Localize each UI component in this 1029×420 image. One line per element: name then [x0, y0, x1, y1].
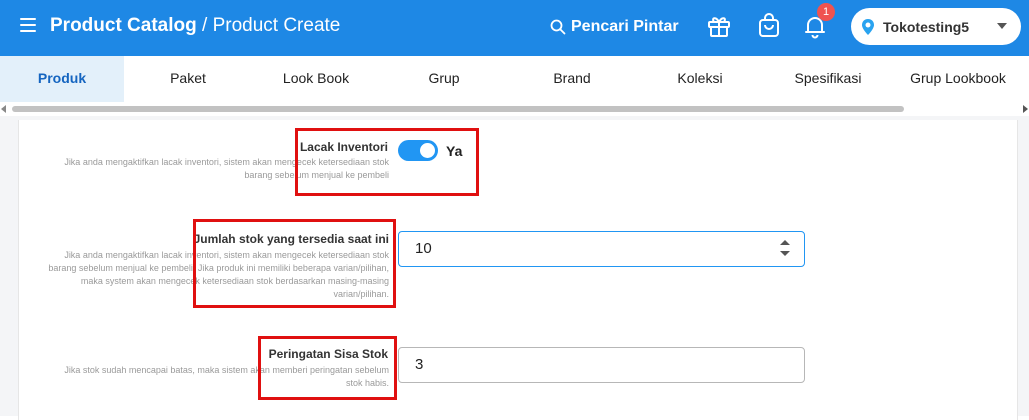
highlight-box-lacak-inventori [295, 128, 479, 196]
tab-grup-lookbook[interactable]: Grup Lookbook [892, 56, 1024, 102]
scroll-left-icon[interactable] [1, 105, 6, 113]
tab-paket[interactable]: Paket [124, 56, 252, 102]
scrollbar-thumb[interactable] [12, 106, 904, 112]
jumlah-stok-value: 10 [415, 240, 432, 257]
search-icon [550, 19, 566, 35]
gift-icon[interactable] [706, 13, 732, 39]
store-name: Tokotesting5 [883, 18, 970, 35]
page-title: Product Catalog / Product Create [50, 14, 340, 38]
tab-look-book[interactable]: Look Book [252, 56, 380, 102]
page-title-main: Product Catalog [50, 15, 197, 36]
notification-badge: 1 [817, 3, 835, 21]
store-selector[interactable]: Tokotesting5 [851, 8, 1021, 45]
tab-koleksi[interactable]: Koleksi [636, 56, 764, 102]
highlight-box-peringatan-sisa-stok [258, 336, 397, 400]
stepper-down-icon[interactable] [780, 251, 790, 256]
jumlah-stok-input[interactable]: 10 [398, 231, 805, 267]
top-app-bar: Product Catalog / Product Create Pencari… [0, 0, 1029, 56]
peringatan-sisa-stok-input[interactable]: 3 [398, 347, 805, 383]
smart-search-label: Pencari Pintar [571, 18, 679, 35]
tab-grup[interactable]: Grup [380, 56, 508, 102]
tab-bar: Produk Paket Look Book Grup Brand Koleks… [0, 56, 1029, 102]
location-pin-icon [862, 18, 874, 35]
scroll-right-icon[interactable] [1023, 105, 1028, 113]
chevron-down-icon [997, 23, 1007, 29]
menu-icon[interactable] [20, 18, 36, 32]
tab-spesifikasi[interactable]: Spesifikasi [764, 56, 892, 102]
tab-produk[interactable]: Produk [0, 56, 124, 102]
highlight-box-jumlah-stok [193, 219, 396, 308]
peringatan-sisa-stok-value: 3 [415, 356, 424, 373]
shopping-bag-icon[interactable] [756, 13, 782, 39]
stepper-up-icon[interactable] [780, 240, 790, 245]
tab-brand[interactable]: Brand [508, 56, 636, 102]
page-title-sub: / Product Create [202, 15, 341, 36]
tab-scrollbar[interactable] [0, 102, 1029, 116]
smart-search-button[interactable]: Pencari Pintar [550, 16, 679, 38]
number-stepper[interactable] [780, 238, 790, 260]
